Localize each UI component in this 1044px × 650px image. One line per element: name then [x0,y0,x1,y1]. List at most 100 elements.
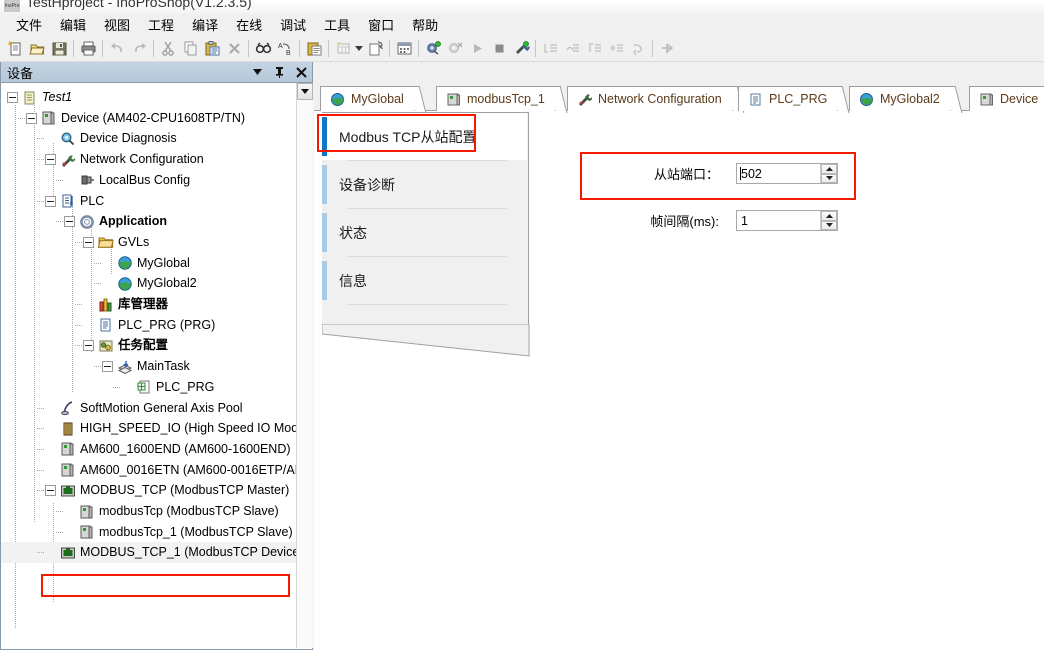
panel-close-icon[interactable] [290,63,312,82]
new-file-icon[interactable] [4,37,26,59]
run-icon[interactable] [466,37,488,59]
tree-node[interactable]: Device Diagnosis [45,128,177,149]
tree-node[interactable]: AM600_1600END (AM600-1600END) [45,439,291,460]
tree-node[interactable]: Test1 [7,87,72,108]
tree-node[interactable]: LocalBus Config [64,170,190,191]
step-into-icon[interactable] [539,37,561,59]
tree-expander[interactable] [83,340,94,352]
build-icon[interactable] [393,37,415,59]
spinner-up-button[interactable] [821,211,837,221]
config-icon[interactable] [510,37,532,59]
slave-port-spinner[interactable] [736,163,838,184]
panel-pin-icon[interactable] [268,63,290,82]
step-over-icon[interactable] [561,37,583,59]
tree-node[interactable]: AM600_0016ETN (AM600-0016ETP/AM600-001 [45,460,312,481]
login-icon[interactable] [422,37,444,59]
cut-icon[interactable] [157,37,179,59]
tree-expander[interactable] [83,236,94,248]
open-folder-icon[interactable] [26,37,48,59]
category-information[interactable]: 信息 [322,257,527,304]
menu-file[interactable]: 文件 [7,13,51,36]
panel-dropdown-icon[interactable] [246,63,268,82]
grid-icon[interactable] [332,37,354,59]
spinner-buttons[interactable] [820,211,837,230]
menu-project[interactable]: 工程 [139,13,183,36]
tree-node[interactable]: modbusTcp (ModbusTCP Slave) [64,501,279,522]
scroll-down-button[interactable] [297,83,313,100]
tab-label: PLC_PRG [769,92,828,106]
delete-icon[interactable] [223,37,245,59]
stop-icon[interactable] [488,37,510,59]
tab-network-configuration[interactable]: Network Configuration [567,86,732,111]
toolbar-separator [73,39,74,57]
chevron-down-icon[interactable] [354,37,364,59]
replace-icon[interactable]: A B [274,37,296,59]
menu-build[interactable]: 编译 [183,13,227,36]
tree-node[interactable]: GVLs [83,232,149,253]
device-tree[interactable]: Test1 Device (AM402-CPU1608TP/TN) Device D… [1,83,312,648]
tree-node[interactable]: PLC [45,191,104,212]
menu-window[interactable]: 窗口 [359,13,403,36]
copy-icon[interactable] [179,37,201,59]
tab-myglobal[interactable]: MyGlobal [320,86,414,111]
tree-expander[interactable] [7,92,18,103]
frame-interval-spinner[interactable] [736,210,838,231]
spinner-buttons[interactable] [820,164,837,183]
spinner-down-button[interactable] [821,173,837,183]
tab-myglobal2[interactable]: MyGlobal2 [849,86,950,111]
tree-node[interactable]: Application [64,211,167,232]
category-device-diagnosis[interactable]: 设备诊断 [322,161,527,208]
undo-icon[interactable] [106,37,128,59]
tree-node[interactable]: 库管理器 [83,294,168,315]
paste-special-icon[interactable] [303,37,325,59]
tree-node-label: Device Diagnosis [80,131,177,146]
print-icon[interactable] [77,37,99,59]
step-out-icon[interactable] [583,37,605,59]
paste-icon[interactable] [201,37,223,59]
category-status[interactable]: 状态 [322,209,527,256]
category-modbus-tcp-slave-config[interactable]: Modbus TCP从站配置 [322,113,527,160]
menu-online[interactable]: 在线 [227,13,271,36]
tree-node[interactable]: PLC_PRG (PRG) [83,315,215,336]
scroll-track[interactable] [297,100,313,648]
set-next-statement-icon[interactable] [627,37,649,59]
tree-node[interactable]: HIGH_SPEED_IO (High Speed IO Module) [45,418,312,439]
new-window-icon[interactable] [364,37,386,59]
tree-node[interactable]: Device (AM402-CPU1608TP/TN) [26,108,245,129]
library-manager-icon [97,296,114,313]
menu-view[interactable]: 视图 [95,13,139,36]
menu-debug[interactable]: 调试 [271,13,315,36]
tree-expander[interactable] [26,112,37,124]
tree-expander[interactable] [45,485,56,497]
menu-edit[interactable]: 编辑 [51,13,95,36]
tree-expander[interactable] [45,195,56,207]
tab-device[interactable]: Device [969,86,1044,111]
show-next-statement-icon[interactable] [656,37,678,59]
tree-node[interactable]: MODBUS_TCP_1 (ModbusTCP Device) [1,542,312,564]
tree-node[interactable]: SoftMotion General Axis Pool [45,398,243,419]
redo-icon[interactable] [128,37,150,59]
tree-guide [37,407,45,409]
tree-expander[interactable] [45,154,56,166]
tree-expander[interactable] [102,361,113,373]
menu-tools[interactable]: 工具 [315,13,359,36]
tree-node[interactable]: modbusTcp_1 (ModbusTCP Slave) [64,522,293,543]
run-to-cursor-icon[interactable] [605,37,627,59]
tree-node[interactable]: MainTask [102,356,190,377]
tab-modbustcp-1[interactable]: modbusTcp_1 [436,86,555,111]
spinner-down-button[interactable] [821,220,837,230]
spinner-up-button[interactable] [821,164,837,174]
save-icon[interactable] [48,37,70,59]
tree-node[interactable]: PLC_PRG [121,377,214,398]
logout-icon[interactable] [444,37,466,59]
tree-vertical-scrollbar[interactable] [296,83,313,648]
tree-node[interactable]: MODBUS_TCP (ModbusTCP Master) [45,480,289,501]
tree-expander[interactable] [64,216,75,228]
tree-node[interactable]: Network Configuration [45,149,204,170]
tree-node[interactable]: 任务配置 [83,335,168,356]
tree-node[interactable]: MyGlobal2 [102,273,197,294]
menu-help[interactable]: 帮助 [403,13,447,36]
tree-node[interactable]: MyGlobal [102,253,190,274]
find-icon[interactable] [252,37,274,59]
tab-plc-prg[interactable]: PLC_PRG [738,86,838,111]
